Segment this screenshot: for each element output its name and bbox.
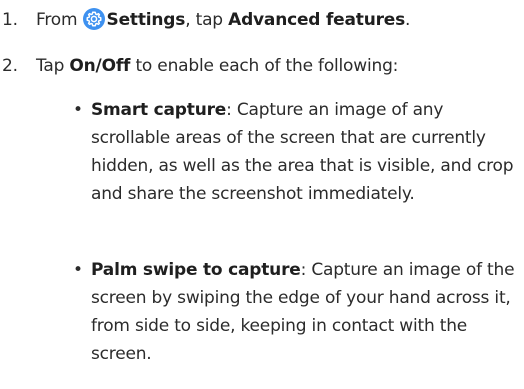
step-2-number: 2. <box>2 56 18 76</box>
settings-label: Settings <box>106 10 186 30</box>
advanced-features-label: Advanced features <box>228 10 406 30</box>
step-2-prefix: Tap <box>36 56 65 76</box>
step-2-suffix: to enable each of the following: <box>135 56 399 76</box>
step-1-text: From Settings, tap Advanced features. <box>36 8 410 32</box>
bullet-title: Palm swipe to capture <box>91 260 301 280</box>
step-1-number: 1. <box>2 10 18 30</box>
settings-gear-icon <box>82 8 105 30</box>
step-2-text: Tap On/Off to enable each of the followi… <box>36 54 398 78</box>
bullet-marker: • <box>73 100 83 120</box>
bullet-item-palm-swipe: Palm swipe to capture: Capture an image … <box>91 256 516 368</box>
step-1-prefix: From <box>36 10 78 30</box>
bullet-marker: • <box>73 260 83 280</box>
bullet-item-smart-capture: Smart capture: Capture an image of any s… <box>91 96 516 208</box>
instruction-document: 1. From Settings, tap Advanced features.… <box>0 0 524 389</box>
bullet-title: Smart capture <box>91 100 227 120</box>
step-1-suffix: . <box>405 10 411 30</box>
on-off-label: On/Off <box>69 56 131 76</box>
step-1-middle: , tap <box>185 10 223 30</box>
